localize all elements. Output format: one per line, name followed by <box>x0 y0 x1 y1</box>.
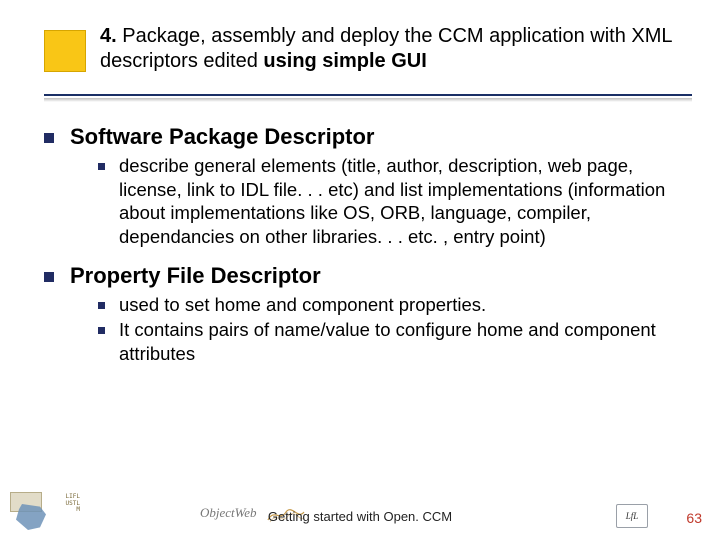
square-bullet-icon <box>44 272 54 282</box>
footer-right-logo: LfL <box>616 504 648 528</box>
bullet-item: It contains pairs of name/value to confi… <box>98 318 680 365</box>
page-number: 63 <box>686 510 702 526</box>
slide-title: 4. Package, assembly and deploy the CCM … <box>100 24 688 74</box>
title-number: 4. <box>100 25 122 47</box>
slide-body: Software Package Descriptor describe gen… <box>44 118 680 368</box>
footer-right-logo-text: LfL <box>626 511 639 521</box>
section-heading: Property File Descriptor <box>44 263 680 289</box>
title-accent-block <box>44 30 86 72</box>
section-heading-text: Property File Descriptor <box>70 263 321 289</box>
bullet-item: used to set home and component propertie… <box>98 293 680 317</box>
bullet-text: It contains pairs of name/value to confi… <box>119 318 680 365</box>
section-heading-text: Software Package Descriptor <box>70 124 374 150</box>
bullet-item: describe general elements (title, author… <box>98 154 680 249</box>
square-bullet-icon <box>98 327 105 334</box>
slide: 4. Package, assembly and deploy the CCM … <box>0 0 720 540</box>
title-underline <box>44 94 692 95</box>
square-bullet-icon <box>44 133 54 143</box>
square-bullet-icon <box>98 302 105 309</box>
footer-center-text: Getting started with Open. CCM <box>0 509 720 524</box>
square-bullet-icon <box>98 163 105 170</box>
title-bold-tail: using simple GUI <box>263 50 426 72</box>
slide-footer: LIFL USTL M ObjectWeb Getting started wi… <box>0 502 720 530</box>
title-area: 4. Package, assembly and deploy the CCM … <box>44 24 688 74</box>
bullet-text: used to set home and component propertie… <box>119 293 486 317</box>
section-heading: Software Package Descriptor <box>44 124 680 150</box>
bullet-text: describe general elements (title, author… <box>119 154 680 249</box>
